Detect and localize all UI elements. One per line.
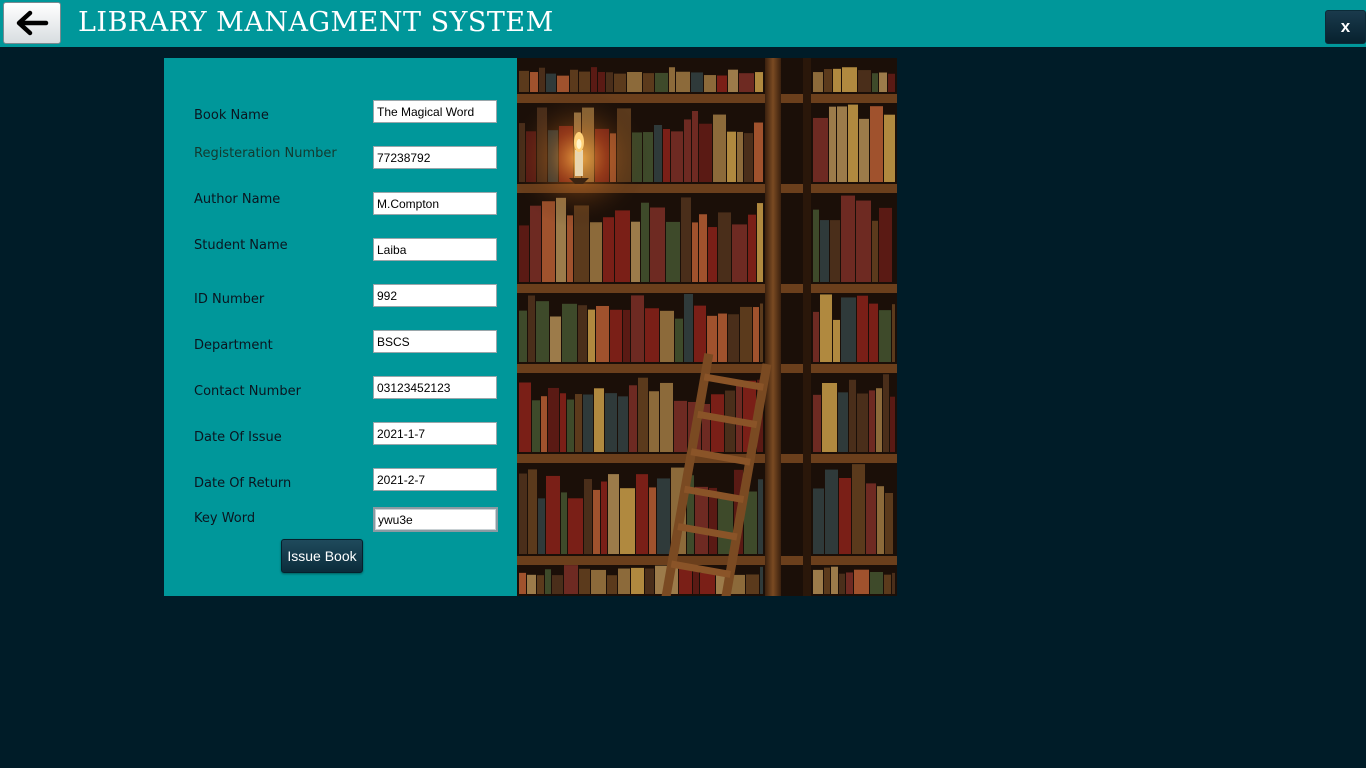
key-word-input[interactable] [373, 507, 498, 532]
arrow-left-icon [16, 10, 49, 36]
title-bar: LIBRARY MANAGMENT SYSTEM x [0, 0, 1366, 47]
date-of-return-input[interactable] [373, 468, 497, 491]
author-name-label: Author Name [194, 192, 281, 207]
date-of-issue-label: Date Of Issue [194, 430, 282, 445]
registration-number-label: Registeration Number [194, 146, 337, 161]
issue-book-button[interactable]: Issue Book [281, 539, 363, 573]
contact-number-label: Contact Number [194, 384, 301, 399]
id-number-label: ID Number [194, 292, 265, 307]
author-name-input[interactable] [373, 192, 497, 215]
app-title: LIBRARY MANAGMENT SYSTEM [78, 7, 554, 38]
student-name-label: Student Name [194, 238, 288, 253]
bookshelf-illustration [517, 58, 897, 596]
contact-number-input[interactable] [373, 376, 497, 399]
book-name-label: Book Name [194, 108, 269, 123]
bookshelf-image [517, 58, 897, 596]
registration-number-input[interactable] [373, 146, 497, 169]
department-label: Department [194, 338, 273, 353]
book-name-input[interactable] [373, 100, 497, 123]
key-word-label: Key Word [194, 511, 256, 526]
date-of-return-label: Date Of Return [194, 476, 292, 491]
close-button[interactable]: x [1325, 10, 1366, 44]
id-number-input[interactable] [373, 284, 497, 307]
student-name-input[interactable] [373, 238, 497, 261]
issue-book-form: Book Name Registeration Number Author Na… [164, 58, 517, 596]
back-button[interactable] [3, 2, 61, 44]
date-of-issue-input[interactable] [373, 422, 497, 445]
department-input[interactable] [373, 330, 497, 353]
